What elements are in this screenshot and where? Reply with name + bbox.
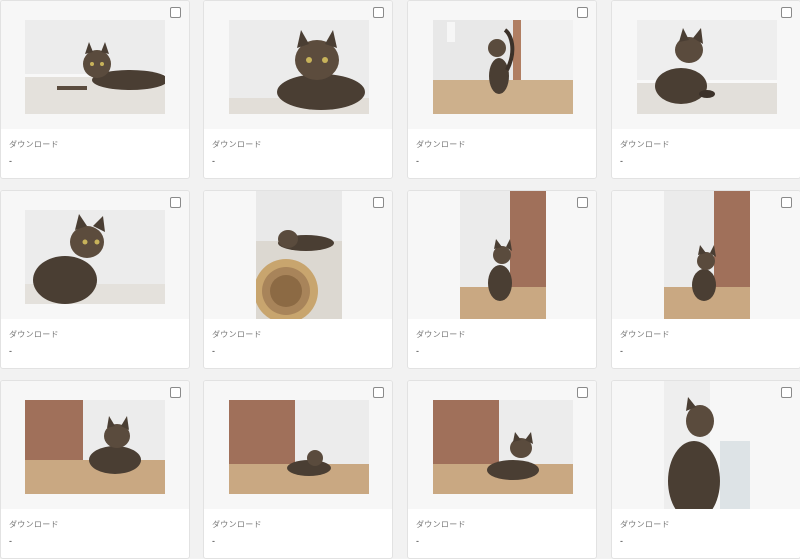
download-value: - (416, 346, 419, 356)
download-label: ダウンロード (212, 330, 262, 339)
thumbnail-area[interactable] (204, 191, 392, 319)
download-label: ダウンロード (620, 140, 670, 149)
cat-photo-thumbnail[interactable] (256, 191, 342, 319)
select-checkbox[interactable] (577, 387, 588, 398)
cat-photo-thumbnail[interactable] (229, 20, 369, 114)
cat-photo-thumbnail[interactable] (25, 210, 165, 304)
select-checkbox[interactable] (577, 7, 588, 18)
photo-grid: ダウンロード - ダウンロード - ダウンロード - ダウンロード - ダウンロ… (0, 0, 800, 559)
select-checkbox[interactable] (373, 7, 384, 18)
cat-photo-thumbnail[interactable] (229, 400, 369, 494)
download-value: - (9, 346, 12, 356)
download-label: ダウンロード (9, 140, 59, 149)
cat-photo-thumbnail[interactable] (433, 20, 573, 114)
photo-card[interactable]: ダウンロード - (0, 380, 190, 559)
card-meta: ダウンロード - (620, 139, 670, 166)
photo-card[interactable]: ダウンロード - (203, 0, 393, 179)
download-value: - (416, 536, 419, 546)
photo-card[interactable]: ダウンロード - (407, 190, 597, 369)
download-label: ダウンロード (212, 520, 262, 529)
download-value: - (620, 536, 623, 546)
download-value: - (212, 346, 215, 356)
download-value: - (212, 536, 215, 546)
card-meta: ダウンロード - (416, 139, 466, 166)
photo-card[interactable]: ダウンロード - (203, 380, 393, 559)
select-checkbox[interactable] (781, 7, 792, 18)
select-checkbox[interactable] (373, 197, 384, 208)
card-meta: ダウンロード - (9, 139, 59, 166)
select-checkbox[interactable] (170, 197, 181, 208)
download-label: ダウンロード (416, 520, 466, 529)
thumbnail-area[interactable] (612, 381, 800, 509)
thumbnail-area[interactable] (1, 191, 189, 319)
photo-card[interactable]: ダウンロード - (611, 380, 800, 559)
photo-card[interactable]: ダウンロード - (0, 0, 190, 179)
photo-card[interactable]: ダウンロード - (611, 0, 800, 179)
select-checkbox[interactable] (781, 387, 792, 398)
download-value: - (416, 156, 419, 166)
photo-card[interactable]: ダウンロード - (611, 190, 800, 369)
download-value: - (9, 536, 12, 546)
download-value: - (620, 156, 623, 166)
select-checkbox[interactable] (170, 7, 181, 18)
cat-photo-thumbnail[interactable] (25, 400, 165, 494)
card-meta: ダウンロード - (9, 329, 59, 356)
card-meta: ダウンロード - (620, 519, 670, 546)
cat-photo-thumbnail[interactable] (460, 191, 546, 319)
card-meta: ダウンロード - (620, 329, 670, 356)
select-checkbox[interactable] (170, 387, 181, 398)
card-meta: ダウンロード - (9, 519, 59, 546)
thumbnail-area[interactable] (1, 1, 189, 129)
download-label: ダウンロード (212, 140, 262, 149)
select-checkbox[interactable] (577, 197, 588, 208)
thumbnail-area[interactable] (1, 381, 189, 509)
thumbnail-area[interactable] (204, 1, 392, 129)
thumbnail-area[interactable] (408, 381, 596, 509)
download-label: ダウンロード (620, 520, 670, 529)
card-meta: ダウンロード - (212, 519, 262, 546)
photo-card[interactable]: ダウンロード - (407, 380, 597, 559)
photo-card[interactable]: ダウンロード - (0, 190, 190, 369)
download-label: ダウンロード (620, 330, 670, 339)
cat-photo-thumbnail[interactable] (637, 20, 777, 114)
download-label: ダウンロード (416, 330, 466, 339)
card-meta: ダウンロード - (416, 329, 466, 356)
cat-photo-thumbnail[interactable] (25, 20, 165, 114)
card-meta: ダウンロード - (212, 139, 262, 166)
thumbnail-area[interactable] (612, 1, 800, 129)
thumbnail-area[interactable] (612, 191, 800, 319)
download-label: ダウンロード (416, 140, 466, 149)
cat-photo-thumbnail[interactable] (664, 381, 750, 509)
cat-photo-thumbnail[interactable] (433, 400, 573, 494)
photo-card[interactable]: ダウンロード - (407, 0, 597, 179)
download-value: - (9, 156, 12, 166)
download-label: ダウンロード (9, 520, 59, 529)
cat-photo-thumbnail[interactable] (664, 191, 750, 319)
photo-card[interactable]: ダウンロード - (203, 190, 393, 369)
select-checkbox[interactable] (781, 197, 792, 208)
thumbnail-area[interactable] (408, 1, 596, 129)
download-value: - (212, 156, 215, 166)
card-meta: ダウンロード - (212, 329, 262, 356)
thumbnail-area[interactable] (204, 381, 392, 509)
thumbnail-area[interactable] (408, 191, 596, 319)
card-meta: ダウンロード - (416, 519, 466, 546)
download-label: ダウンロード (9, 330, 59, 339)
select-checkbox[interactable] (373, 387, 384, 398)
download-value: - (620, 346, 623, 356)
